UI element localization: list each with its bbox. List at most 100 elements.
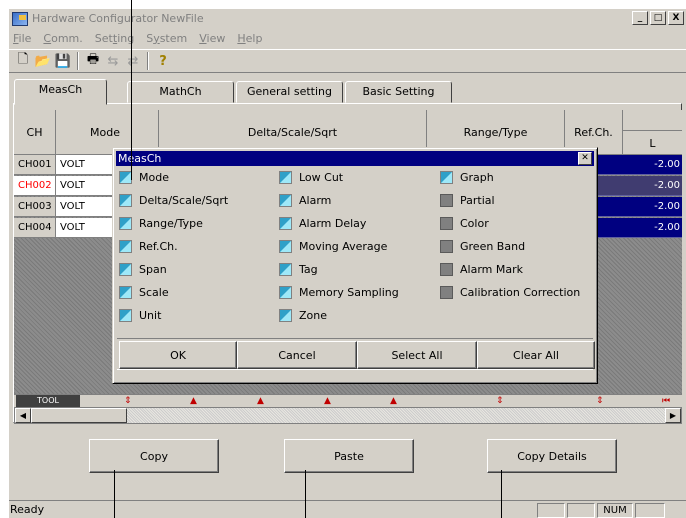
tool-marker-icon[interactable]: ⇕ [496, 395, 504, 407]
scroll-left-icon[interactable]: ◀ [15, 408, 31, 423]
row-mode[interactable]: VOLT [56, 218, 116, 238]
checkbox-box[interactable] [279, 216, 292, 230]
tool-marker-icon[interactable]: ▲ [257, 395, 264, 407]
checkbox-box[interactable] [119, 285, 132, 299]
checkbox-range-type[interactable]: Range/Type [119, 215, 203, 231]
checkbox-partial[interactable]: Partial [440, 192, 495, 208]
checkbox-box[interactable] [440, 216, 453, 230]
checkbox-moving-average[interactable]: Moving Average [279, 238, 387, 254]
measch-dialog: MeasCh ✕ Mode Delta/Scale/Sqrt Range/Type R… [112, 147, 598, 384]
checkbox-box[interactable] [440, 170, 453, 184]
tool-marker-icon[interactable]: ⇕ [596, 395, 604, 407]
checkbox-box[interactable] [440, 193, 453, 207]
callout-line-copy [114, 470, 115, 518]
checkbox-box[interactable] [279, 308, 292, 322]
menu-system[interactable]: System [146, 32, 187, 45]
callout-line-paste [305, 470, 306, 518]
checkbox-tag[interactable]: Tag [279, 261, 318, 277]
help-icon[interactable]: ? [153, 51, 173, 71]
scroll-right-icon[interactable]: ▶ [665, 408, 681, 423]
row-mode[interactable]: VOLT [56, 197, 116, 217]
checkbox-label: Alarm [299, 193, 332, 207]
row-mode[interactable]: VOLT [56, 155, 116, 175]
row-ch[interactable]: CH001 [14, 155, 56, 175]
menu-setting[interactable]: Setting [95, 32, 134, 45]
cell-text: -2.00 [654, 222, 680, 233]
checkbox-box[interactable] [279, 262, 292, 276]
row-ch[interactable]: CH002 [14, 176, 56, 196]
checkbox-box[interactable] [119, 216, 132, 230]
tab-mathch[interactable]: MathCh [127, 81, 234, 103]
checkbox-scale[interactable]: Scale [119, 284, 169, 300]
row-value[interactable]: -2.00 [596, 218, 682, 238]
checkbox-ref-ch[interactable]: Ref.Ch. [119, 238, 178, 254]
checkbox-box[interactable] [440, 262, 453, 276]
checkbox-box[interactable] [279, 193, 292, 207]
row-ch[interactable]: CH004 [14, 218, 56, 238]
new-file-icon[interactable]: 🗋 [13, 51, 33, 71]
row-mode[interactable]: VOLT [56, 176, 116, 196]
checkbox-alarm-mark[interactable]: Alarm Mark [440, 261, 523, 277]
tab-general-setting[interactable]: General setting [236, 81, 343, 103]
tool-marker-icon[interactable]: ▲ [324, 395, 331, 407]
checkbox-box[interactable] [119, 239, 132, 253]
tool-marker-icon[interactable]: ⏮ [662, 395, 670, 407]
menu-file[interactable]: File [13, 32, 31, 45]
button-label: Cancel [278, 348, 316, 362]
checkbox-alarm[interactable]: Alarm [279, 192, 331, 208]
checkbox-box[interactable] [440, 239, 453, 253]
save-icon[interactable]: 💾 [53, 51, 73, 71]
checkbox-box[interactable] [119, 308, 132, 322]
open-folder-icon[interactable]: 📂 [33, 51, 53, 71]
row-value[interactable]: -2.00 [596, 176, 682, 196]
row-ch[interactable]: CH003 [14, 197, 56, 217]
receive-icon[interactable]: ⇄ [123, 51, 143, 71]
select-all-button[interactable]: Select All [357, 341, 477, 369]
checkbox-green-band[interactable]: Green Band [440, 238, 525, 254]
clear-all-button[interactable]: Clear All [477, 341, 595, 369]
checkbox-graph[interactable]: Graph [440, 169, 494, 185]
row-value[interactable]: -2.00 [596, 155, 682, 175]
tool-marker-icon[interactable]: ⇕ [124, 395, 132, 407]
paste-button[interactable]: Paste [284, 439, 414, 473]
checkbox-box[interactable] [119, 262, 132, 276]
dialog-close-icon[interactable]: ✕ [578, 152, 592, 165]
checkbox-box[interactable] [119, 193, 132, 207]
tool-label: TOOL [16, 395, 80, 407]
checkbox-alarm-delay[interactable]: Alarm Delay [279, 215, 366, 231]
print-icon[interactable]: 🖶 [83, 51, 103, 71]
row-value[interactable]: -2.00 [596, 197, 682, 217]
checkbox-box[interactable] [279, 239, 292, 253]
horizontal-scrollbar[interactable]: ◀ ▶ [14, 407, 682, 424]
status-box [567, 503, 595, 518]
header-label: Mode [90, 125, 120, 139]
close-window-button[interactable]: X [668, 11, 684, 25]
copy-details-button[interactable]: Copy Details [487, 439, 617, 473]
tab-measch[interactable]: MeasCh [14, 79, 107, 105]
tab-basic-setting[interactable]: Basic Setting [345, 81, 452, 103]
tool-marker-icon[interactable]: ▲ [390, 395, 397, 407]
checkbox-unit[interactable]: Unit [119, 307, 161, 323]
checkbox-delta-scale-sqrt[interactable]: Delta/Scale/Sqrt [119, 192, 228, 208]
tool-marker-icon[interactable]: ▲ [190, 395, 197, 407]
checkbox-low-cut[interactable]: Low Cut [279, 169, 343, 185]
menu-view[interactable]: View [199, 32, 225, 45]
menu-comm[interactable]: Comm. [43, 32, 82, 45]
checkbox-color[interactable]: Color [440, 215, 489, 231]
menu-help[interactable]: Help [237, 32, 262, 45]
checkbox-box[interactable] [440, 285, 453, 299]
checkbox-calibration-correction[interactable]: Calibration Correction [440, 284, 580, 300]
minimize-button[interactable]: _ [632, 11, 648, 25]
checkbox-span[interactable]: Span [119, 261, 167, 277]
checkbox-zone[interactable]: Zone [279, 307, 327, 323]
checkbox-mode[interactable]: Mode [119, 169, 169, 185]
checkbox-memory-sampling[interactable]: Memory Sampling [279, 284, 399, 300]
maximize-button[interactable]: □ [650, 11, 666, 25]
checkbox-box[interactable] [279, 285, 292, 299]
cancel-button[interactable]: Cancel [237, 341, 357, 369]
scroll-thumb[interactable] [31, 408, 127, 423]
send-icon[interactable]: ⇆ [103, 51, 123, 71]
checkbox-box[interactable] [279, 170, 292, 184]
copy-button[interactable]: Copy [89, 439, 219, 473]
ok-button[interactable]: OK [119, 341, 237, 369]
